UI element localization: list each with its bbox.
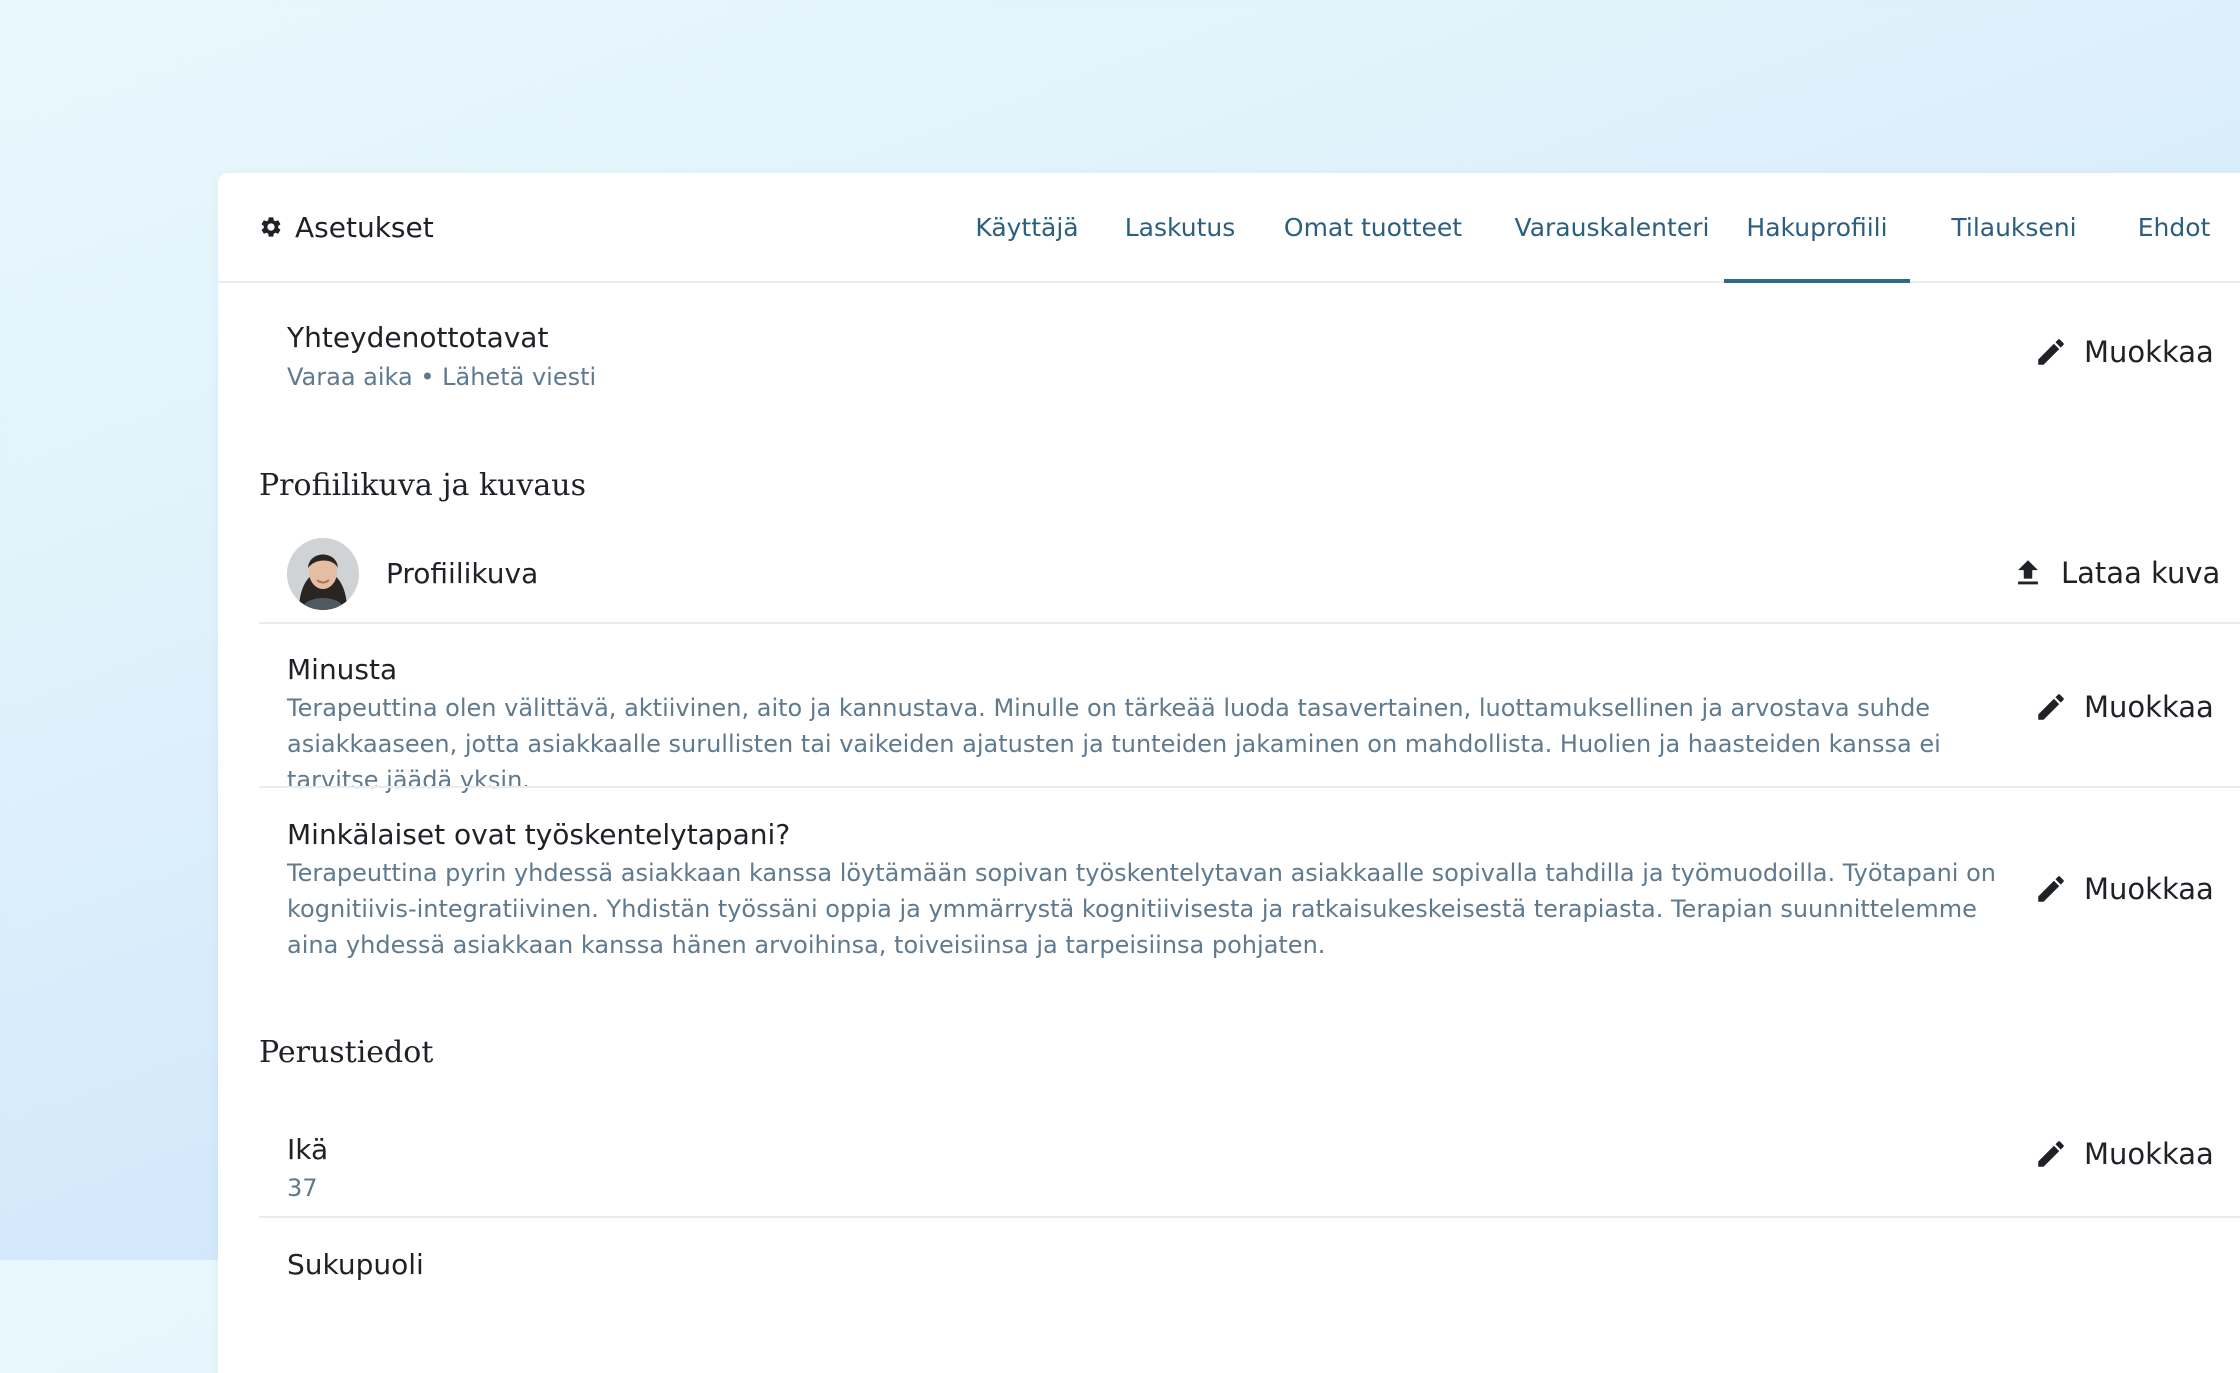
settings-topbar: Asetukset Käyttäjä Laskutus Omat tuottee… [218, 173, 2240, 283]
tab-ehdot[interactable]: Ehdot [2118, 173, 2230, 281]
page-title-text: Asetukset [295, 210, 434, 244]
pencil-icon [2038, 339, 2064, 365]
upload-picture-label: Lataa kuva [2061, 556, 2221, 590]
avatar [287, 538, 359, 610]
edit-age-label: Muokkaa [2084, 1137, 2214, 1171]
edit-about-label: Muokkaa [2084, 690, 2214, 724]
edit-about-button[interactable]: Muokkaa [2034, 690, 2214, 724]
profile-picture-label: Profiilikuva [386, 557, 539, 590]
edit-contact-label: Muokkaa [2084, 335, 2214, 369]
gender-title: Sukupuoli [287, 1248, 424, 1281]
basic-info-heading: Perustiedot [259, 1035, 434, 1070]
divider [259, 786, 2240, 788]
contact-methods-title: Yhteydenottotavat [287, 321, 549, 354]
edit-methods-button[interactable]: Muokkaa [2034, 872, 2214, 906]
age-title: Ikä [287, 1133, 329, 1166]
about-title: Minusta [287, 653, 398, 686]
profile-photo [287, 538, 359, 610]
page-title: Asetukset [259, 205, 434, 249]
about-text: Terapeuttina olen välittävä, aktiivinen,… [287, 694, 1941, 794]
upload-picture-button[interactable]: Lataa kuva [2011, 556, 2220, 590]
tab-omat-tuotteet[interactable]: Omat tuotteet [1281, 173, 1465, 281]
methods-title: Minkälaiset ovat työskentelytapani? [287, 818, 791, 851]
pencil-icon [2038, 1141, 2064, 1167]
pencil-icon [2038, 876, 2064, 902]
tab-varauskalenteri[interactable]: Varauskalenteri [1500, 173, 1724, 281]
profile-section-heading: Profiilikuva ja kuvaus [259, 468, 587, 503]
pencil-icon [2038, 694, 2064, 720]
age-value: 37 [287, 1174, 318, 1202]
tab-hakuprofiili[interactable]: Hakuprofiili [1724, 173, 1910, 283]
tab-kayttaja[interactable]: Käyttäjä [959, 173, 1095, 281]
gear-icon [261, 217, 281, 237]
upload-icon [2018, 560, 2038, 585]
tab-laskutus[interactable]: Laskutus [1116, 173, 1244, 281]
edit-age-button[interactable]: Muokkaa [2034, 1137, 2214, 1171]
edit-contact-button[interactable]: Muokkaa [2034, 335, 2214, 369]
settings-card: Asetukset Käyttäjä Laskutus Omat tuottee… [218, 173, 2240, 1373]
divider [259, 1216, 2240, 1218]
edit-methods-label: Muokkaa [2084, 872, 2214, 906]
methods-text: Terapeuttina pyrin yhdessä asiakkaan kan… [287, 859, 1996, 959]
tab-tilaukseni[interactable]: Tilaukseni [1930, 173, 2098, 281]
divider [259, 622, 2240, 624]
contact-methods-value: Varaa aika • Lähetä viesti [287, 363, 597, 391]
